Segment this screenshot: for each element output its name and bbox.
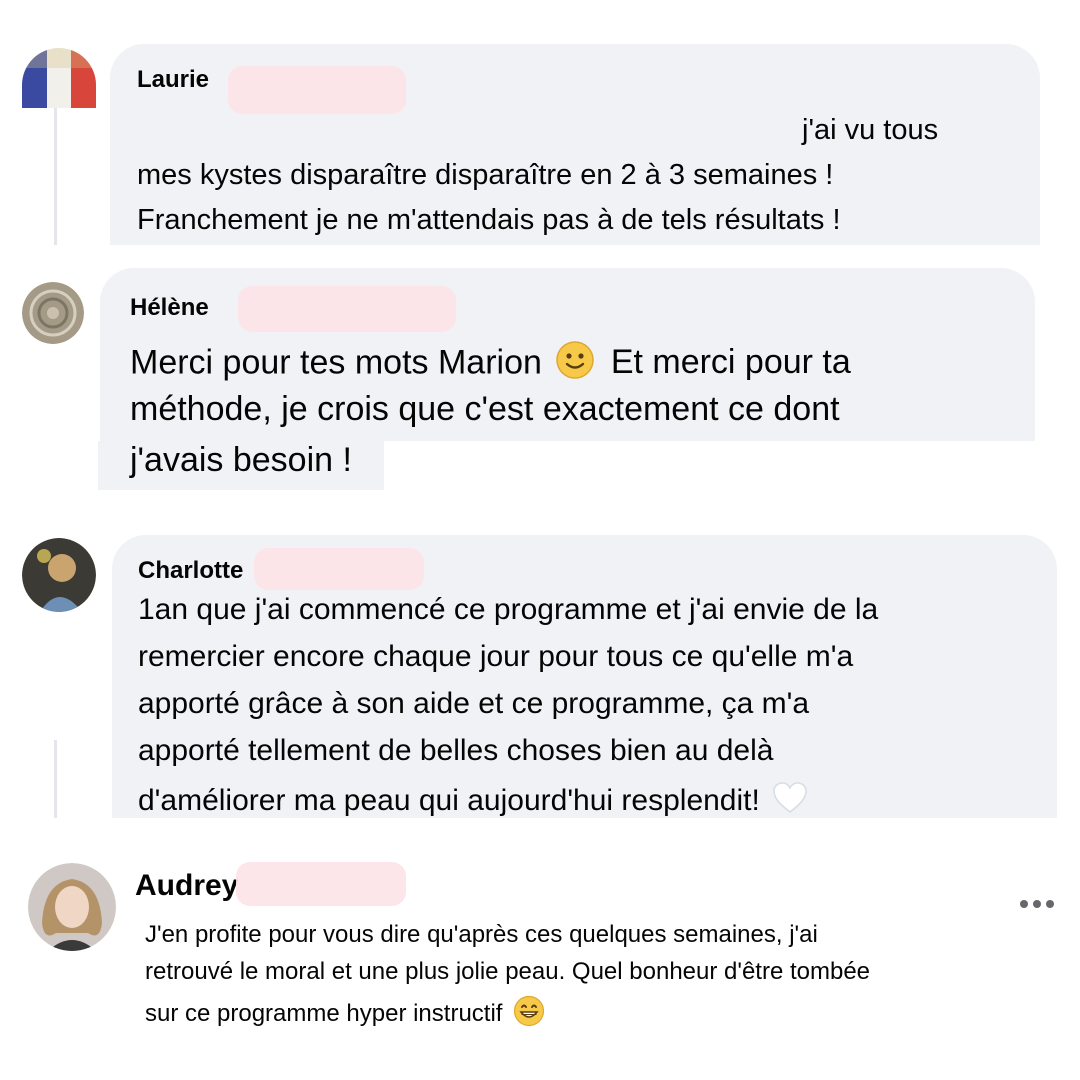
comment-text-line: apporté tellement de belles choses bien …	[138, 734, 774, 767]
comment-author[interactable]: Laurie	[137, 66, 209, 94]
avatar-helene[interactable]	[22, 282, 84, 344]
comment-text-line: j'avais besoin !	[130, 441, 352, 479]
profile-photo-avatar-icon	[28, 863, 116, 951]
comment-text-line: mes kystes disparaître disparaître en 2 …	[137, 159, 834, 191]
comment-text-segment: Et merci pour ta	[610, 343, 851, 382]
slightly-smiling-face-emoji	[555, 340, 595, 389]
comment-author[interactable]: Hélène	[130, 294, 209, 322]
comment-text-line: retrouvé le moral et une plus jolie peau…	[145, 958, 871, 985]
comment-text-line: 1an que j'ai commencé ce programme et j'…	[138, 593, 879, 626]
portrait-avatar-icon	[22, 538, 96, 612]
thread-line	[54, 108, 57, 245]
redacted-surname	[228, 66, 406, 114]
comment-author[interactable]: Audrey	[135, 869, 238, 903]
avatar-laurie[interactable]	[22, 48, 96, 108]
comment-text-line: Merci pour tes mots Marion Et merci pour…	[130, 340, 851, 389]
comment-text-segment: Merci pour tes mots Marion	[130, 343, 542, 382]
thread-line	[54, 740, 57, 818]
comment-text-line: j'ai vu tous	[802, 114, 939, 146]
comment-text-line: apporté grâce à son aide et ce programme…	[138, 687, 810, 720]
comment-text-segment: d'améliorer ma peau qui aujourd'hui resp…	[138, 783, 760, 817]
more-options-icon[interactable]	[1020, 900, 1054, 908]
comment-text-line: J'en profite pour vous dire qu'après ces…	[145, 921, 818, 948]
redacted-surname	[238, 286, 456, 332]
white-heart-emoji	[772, 781, 808, 823]
comment-author[interactable]: Charlotte	[138, 557, 243, 585]
redacted-surname	[254, 548, 424, 590]
avatar-audrey[interactable]	[28, 863, 116, 951]
comment-text-line: Franchement je ne m'attendais pas à de t…	[137, 204, 841, 236]
redacted-surname	[236, 862, 406, 906]
grinning-face-emoji	[513, 995, 545, 1034]
comment-text-line: méthode, je crois que c'est exactement c…	[130, 390, 840, 428]
comment-text-line: remercier encore chaque jour pour tous c…	[138, 640, 854, 673]
mandala-avatar-icon	[22, 282, 84, 344]
flag-avatar-icon	[22, 48, 96, 108]
comment-text-line: sur ce programme hyper instructif	[145, 995, 545, 1034]
comment-text-segment: sur ce programme hyper instructif	[145, 999, 503, 1027]
avatar-charlotte[interactable]	[22, 538, 96, 612]
comment-text-line: d'améliorer ma peau qui aujourd'hui resp…	[138, 781, 808, 823]
